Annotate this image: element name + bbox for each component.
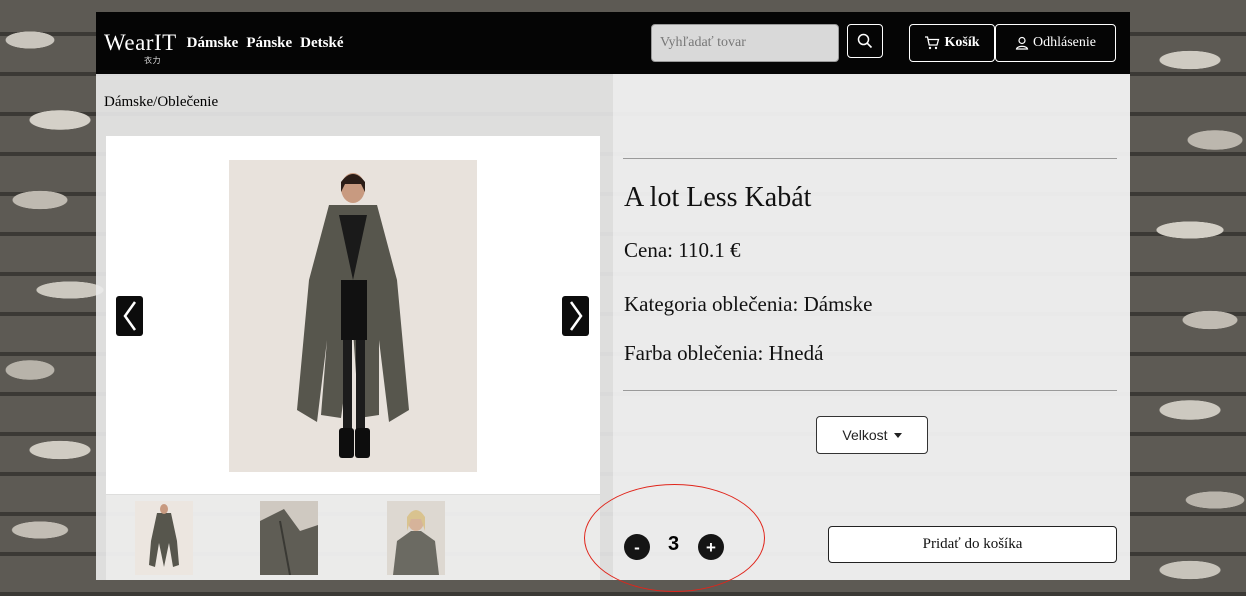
thumbnail-1[interactable] [135,501,193,575]
nav-link-damske[interactable]: Dámske [187,35,239,52]
user-icon [1015,36,1029,50]
size-dropdown[interactable]: Velkost [816,416,928,454]
thumbnail-strip [106,495,600,580]
nav-link-detske[interactable]: Detské [300,35,343,52]
nav-link-panske[interactable]: Pánske [246,35,292,52]
chevron-left-icon [122,301,136,331]
logout-button[interactable]: Odhlásenie [995,24,1116,62]
cart-label: Košík [944,35,980,50]
image-carousel [106,136,600,494]
divider-bottom [623,390,1117,391]
product-photo [229,160,477,472]
brand-logo[interactable]: WearIT 衣力 [104,30,177,65]
search-button[interactable] [847,24,883,58]
search-input[interactable] [651,24,839,62]
brand-sub-mark: 衣力 [144,56,161,65]
cart-icon [925,36,940,50]
size-dropdown-label: Velkost [842,427,888,443]
breadcrumb: Dámske/Oblečenie [104,94,219,110]
product-color: Farba oblečenia: Hnedá [624,341,824,365]
logout-label: Odhlásenie [1033,35,1096,50]
cart-button[interactable]: Košík [909,24,995,62]
carousel-next-button[interactable] [562,296,589,336]
annotation-circle [584,484,765,592]
caret-down-icon [893,432,902,438]
brand-name: WearIT [104,30,177,55]
thumbnail-2[interactable] [260,501,318,575]
navbar: WearIT 衣力 Dámske Pánske Detské Košík Odh… [96,12,1130,74]
search-icon [857,33,873,49]
product-price: Cena: 110.1 € [624,238,741,262]
divider-top [623,158,1117,159]
thumbnail-3[interactable] [387,501,445,575]
product-title: A lot Less Kabát [624,182,812,213]
chevron-right-icon [569,301,583,331]
product-panel: Dámske/Oblečenie A lot Less Kabát Cena: … [96,74,1130,592]
carousel-prev-button[interactable] [116,296,143,336]
add-to-cart-button[interactable]: Pridať do košíka [828,526,1117,563]
product-category: Kategoria oblečenia: Dámske [624,292,873,316]
